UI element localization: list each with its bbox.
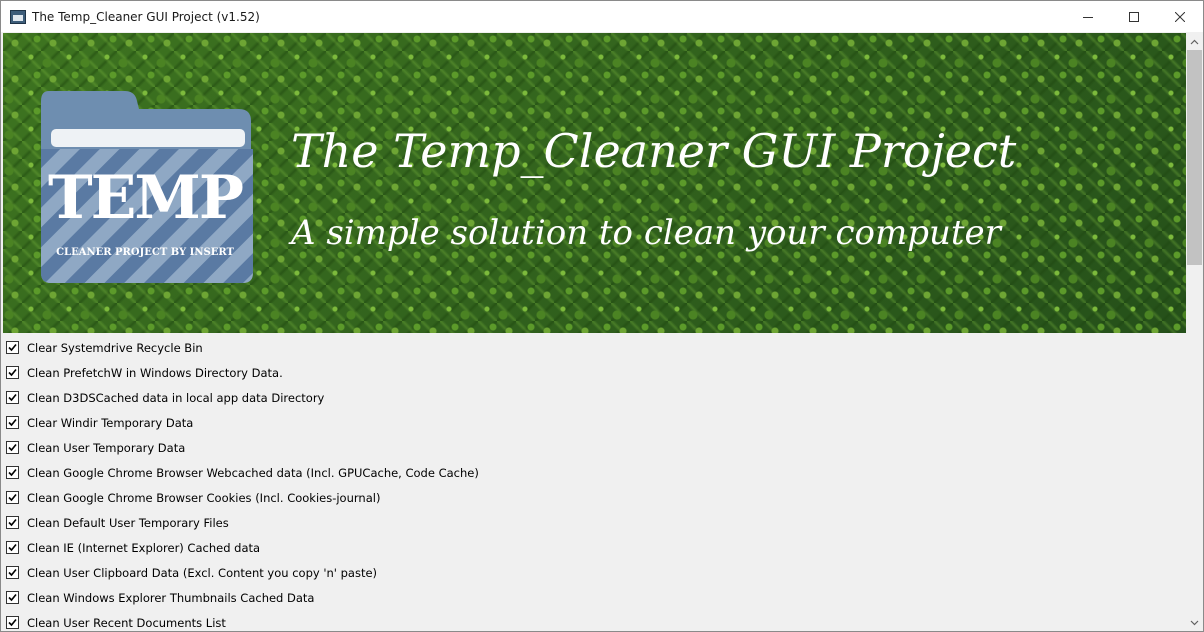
option-chrome-cookies[interactable]: Clean Google Chrome Browser Cookies (Inc…	[3, 485, 1186, 510]
main-content: TEMP CLEANER PROJECT BY INSERT The Temp_…	[3, 33, 1186, 631]
option-thumbnails[interactable]: Clean Windows Explorer Thumbnails Cached…	[3, 585, 1186, 610]
checkbox[interactable]	[6, 541, 19, 554]
check-icon	[8, 543, 17, 552]
option-label: Clean User Recent Documents List	[27, 615, 226, 630]
option-user-temp[interactable]: Clean User Temporary Data	[3, 435, 1186, 460]
check-icon	[8, 618, 17, 627]
option-label: Clear Windir Temporary Data	[27, 415, 194, 430]
option-default-user-temp[interactable]: Clean Default User Temporary Files	[3, 510, 1186, 535]
option-d3dscache[interactable]: Clean D3DSCached data in local app data …	[3, 385, 1186, 410]
checkbox[interactable]	[6, 391, 19, 404]
maximize-icon	[1129, 11, 1139, 22]
app-icon	[10, 9, 26, 24]
window-title: The Temp_Cleaner GUI Project (v1.52)	[32, 9, 260, 24]
cleanup-options-list: Clear Systemdrive Recycle Bin Clean Pref…	[3, 335, 1186, 631]
option-recycle-bin[interactable]: Clear Systemdrive Recycle Bin	[3, 335, 1186, 360]
minimize-icon	[1083, 16, 1093, 18]
maximize-button[interactable]	[1111, 1, 1157, 32]
chevron-up-icon	[1190, 39, 1199, 44]
option-recent-docs[interactable]: Clean User Recent Documents List	[3, 610, 1186, 631]
checkbox[interactable]	[6, 466, 19, 479]
option-chrome-webcache[interactable]: Clean Google Chrome Browser Webcached da…	[3, 460, 1186, 485]
checkbox[interactable]	[6, 341, 19, 354]
option-clipboard[interactable]: Clean User Clipboard Data (Excl. Content…	[3, 560, 1186, 585]
close-icon	[1175, 11, 1185, 22]
banner-subtitle: A simple solution to clean your computer	[291, 213, 1001, 253]
check-icon	[8, 393, 17, 402]
app-window: The Temp_Cleaner GUI Project (v1.52) TEM…	[0, 0, 1204, 632]
option-label: Clean User Clipboard Data (Excl. Content…	[27, 565, 378, 580]
check-icon	[8, 468, 17, 477]
logo-main-text: TEMP	[48, 163, 244, 233]
checkbox[interactable]	[6, 616, 19, 629]
checkbox[interactable]	[6, 591, 19, 604]
checkbox[interactable]	[6, 366, 19, 379]
option-prefetchw[interactable]: Clean PrefetchW in Windows Directory Dat…	[3, 360, 1186, 385]
title-bar[interactable]: The Temp_Cleaner GUI Project (v1.52)	[1, 1, 1203, 32]
vertical-scrollbar[interactable]	[1186, 33, 1203, 631]
close-button[interactable]	[1157, 1, 1203, 32]
checkbox[interactable]	[6, 516, 19, 529]
option-ie-cache[interactable]: Clean IE (Internet Explorer) Cached data	[3, 535, 1186, 560]
checkbox[interactable]	[6, 416, 19, 429]
checkbox[interactable]	[6, 566, 19, 579]
check-icon	[8, 443, 17, 452]
option-label: Clear Systemdrive Recycle Bin	[27, 340, 203, 355]
option-windir-temp[interactable]: Clear Windir Temporary Data	[3, 410, 1186, 435]
option-label: Clean User Temporary Data	[27, 440, 186, 455]
checkbox[interactable]	[6, 491, 19, 504]
option-label: Clean IE (Internet Explorer) Cached data	[27, 540, 261, 555]
check-icon	[8, 568, 17, 577]
checkbox[interactable]	[6, 441, 19, 454]
minimize-button[interactable]	[1065, 1, 1111, 32]
check-icon	[8, 493, 17, 502]
check-icon	[8, 343, 17, 352]
option-label: Clean Windows Explorer Thumbnails Cached…	[27, 590, 315, 605]
window-controls	[1065, 1, 1203, 32]
logo-sub-text: CLEANER PROJECT BY INSERT	[56, 247, 234, 258]
check-icon	[8, 593, 17, 602]
header-banner: TEMP CLEANER PROJECT BY INSERT The Temp_…	[3, 33, 1186, 333]
check-icon	[8, 518, 17, 527]
chevron-down-icon	[1190, 620, 1199, 625]
temp-folder-logo: TEMP CLEANER PROJECT BY INSERT	[39, 91, 257, 285]
check-icon	[8, 368, 17, 377]
banner-title: The Temp_Cleaner GUI Project	[291, 124, 1017, 178]
scroll-up-button[interactable]	[1186, 33, 1203, 50]
scroll-down-button[interactable]	[1186, 614, 1203, 631]
option-label: Clean Default User Temporary Files	[27, 515, 229, 530]
option-label: Clean D3DSCached data in local app data …	[27, 390, 325, 405]
scrollbar-thumb[interactable]	[1187, 50, 1202, 265]
option-label: Clean PrefetchW in Windows Directory Dat…	[27, 365, 283, 380]
option-label: Clean Google Chrome Browser Cookies (Inc…	[27, 490, 381, 505]
check-icon	[8, 418, 17, 427]
option-label: Clean Google Chrome Browser Webcached da…	[27, 465, 479, 480]
